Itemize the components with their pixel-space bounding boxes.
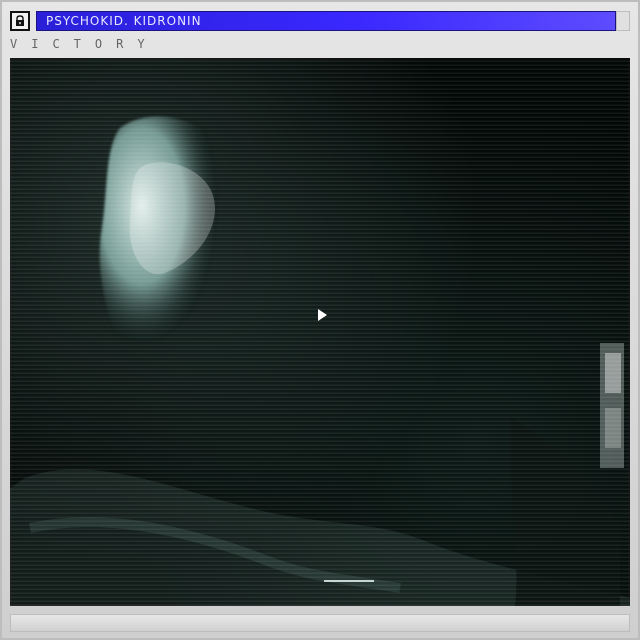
bottom-bar <box>10 614 630 632</box>
play-button[interactable] <box>310 304 332 326</box>
title-strip: PSYCHOKID. KIDRONIN <box>36 11 616 31</box>
window-subtitle: VICTORY <box>10 37 159 51</box>
lock-icon <box>10 11 30 31</box>
video-screen[interactable] <box>10 58 630 606</box>
play-icon <box>318 309 327 321</box>
title-bar-endcap <box>616 11 630 31</box>
window: PSYCHOKID. KIDRONIN VICTORY <box>0 0 640 640</box>
window-title: PSYCHOKID. KIDRONIN <box>46 14 202 28</box>
title-bar: PSYCHOKID. KIDRONIN <box>10 10 630 32</box>
progress-indicator <box>324 580 374 582</box>
video-frame <box>10 116 630 606</box>
